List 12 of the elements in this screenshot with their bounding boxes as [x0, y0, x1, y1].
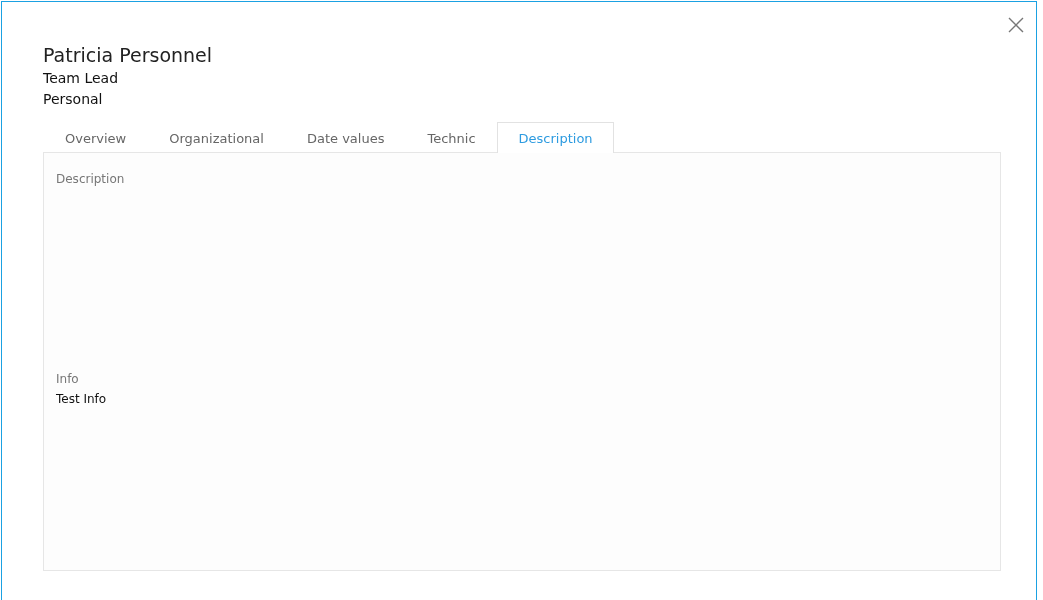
field-label: Description	[56, 171, 126, 187]
tab[interactable]: Organizational	[147, 122, 285, 153]
field-value: Test Info	[56, 391, 108, 407]
tab[interactable]: Date values	[284, 122, 406, 153]
subtitle: Team Lead	[43, 69, 120, 88]
close-icon[interactable]	[1008, 17, 1024, 33]
tab[interactable]: Technic	[405, 122, 497, 153]
category-text: Personal	[43, 90, 104, 109]
tab[interactable]: Description	[496, 122, 614, 153]
dialog-title: Patricia Personnel	[43, 43, 214, 68]
tab[interactable]: Overview	[43, 122, 148, 153]
field-label: Info	[56, 371, 80, 387]
